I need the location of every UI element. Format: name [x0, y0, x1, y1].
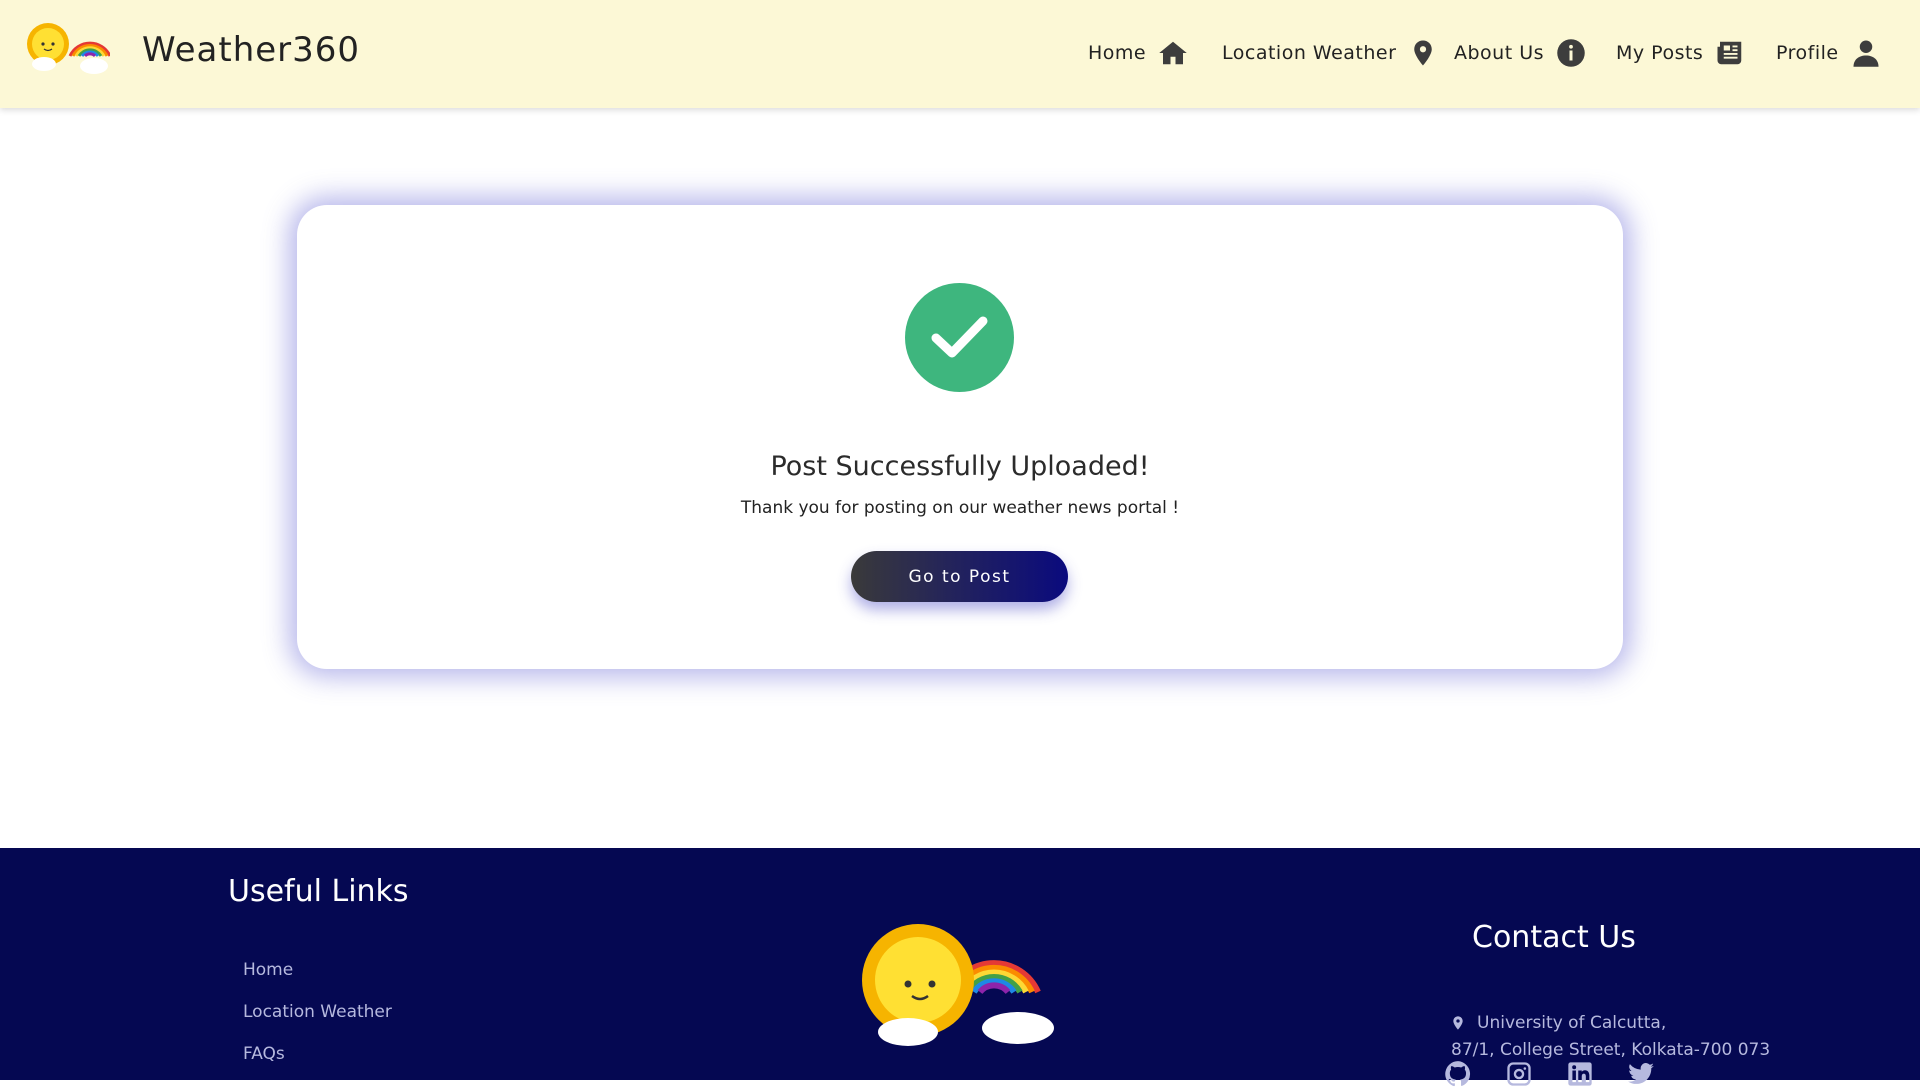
footer-link-faqs[interactable]: FAQs — [243, 1044, 285, 1064]
useful-links-heading: Useful Links — [228, 874, 409, 909]
nav-item-label: About Us — [1454, 42, 1545, 64]
success-card: Post Successfully Uploaded! Thank you fo… — [297, 205, 1623, 669]
success-title: Post Successfully Uploaded! — [770, 451, 1150, 482]
footer-link-location-weather[interactable]: Location Weather — [243, 1002, 392, 1022]
github-icon[interactable] — [1444, 1060, 1472, 1088]
location-pin-icon — [1414, 40, 1433, 66]
brand-name[interactable]: Weather360 — [142, 30, 360, 70]
home-icon — [1159, 41, 1187, 65]
newspaper-icon — [1717, 41, 1742, 65]
instagram-icon[interactable] — [1505, 1060, 1533, 1088]
nav-item-label: Home — [1088, 42, 1147, 64]
address-line-2: 87/1, College Street, Kolkata-700 073 — [1451, 1040, 1771, 1060]
user-icon — [1853, 40, 1879, 67]
nav-item-home[interactable]: Home — [1088, 38, 1188, 68]
sun-rainbow-logo[interactable] — [26, 20, 110, 76]
nav-item-location-weather[interactable]: Location Weather — [1222, 38, 1438, 68]
navbar: Weather360 Home Location Weather About U… — [0, 0, 1920, 108]
success-message: Thank you for posting on our weather new… — [740, 498, 1180, 518]
footer: Useful Links Home Location Weather FAQs … — [0, 848, 1920, 1087]
linkedin-icon[interactable] — [1566, 1060, 1594, 1088]
sun-rainbow-logo — [862, 924, 1054, 1046]
nav-item-about-us[interactable]: About Us — [1454, 38, 1586, 68]
address-line-1: University of Calcutta, — [1477, 1013, 1667, 1033]
nav-item-my-posts[interactable]: My Posts — [1616, 38, 1745, 68]
go-to-post-button[interactable]: Go to Post — [851, 551, 1068, 602]
nav-item-label: My Posts — [1616, 42, 1704, 64]
nav-item-label: Profile — [1776, 42, 1839, 64]
footer-link-home[interactable]: Home — [243, 960, 293, 980]
location-pin-icon — [1453, 1016, 1463, 1030]
check-circle-icon — [905, 283, 1014, 392]
nav-item-profile[interactable]: Profile — [1776, 38, 1881, 68]
info-icon — [1557, 39, 1585, 67]
twitter-icon[interactable] — [1627, 1060, 1655, 1088]
nav-item-label: Location Weather — [1222, 42, 1397, 64]
contact-us-heading: Contact Us — [1472, 920, 1636, 955]
